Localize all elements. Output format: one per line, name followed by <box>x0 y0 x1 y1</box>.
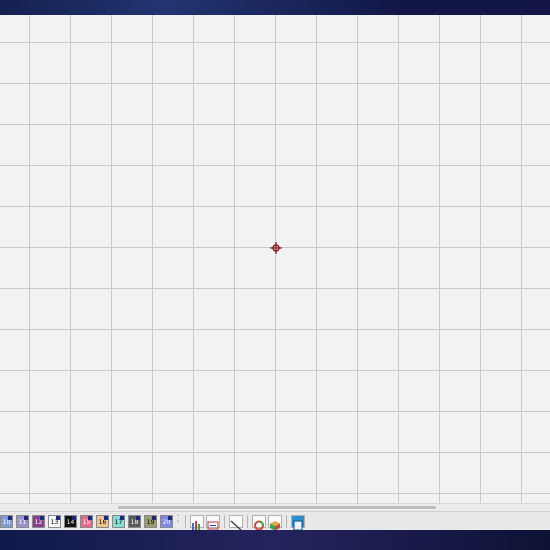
swatch-number: 18 <box>130 518 139 526</box>
swatch-number: 15 <box>82 518 91 526</box>
origin-marker-icon <box>270 242 282 254</box>
swatch-corner-marker <box>24 515 28 520</box>
swatch-number: 20 <box>162 518 171 526</box>
swatch-number: 14 <box>66 518 75 526</box>
toolbar-divider <box>247 514 248 528</box>
swatch-number: 16 <box>98 518 107 526</box>
cube-tool-icon[interactable] <box>268 514 282 530</box>
toolbar-divider <box>185 514 186 528</box>
swatch-number: 13 <box>50 518 59 526</box>
swatch-number: 19 <box>146 518 155 526</box>
swatch-corner-marker <box>56 515 60 520</box>
color-swatch-11[interactable]: 11 <box>16 514 29 528</box>
swatch-corner-marker <box>120 515 124 520</box>
text-tool-icon[interactable] <box>206 514 220 529</box>
toolbar-divider <box>286 514 287 528</box>
color-swatch-13[interactable]: 13 <box>48 514 61 528</box>
spinner-down-icon[interactable]: ˅ <box>177 521 180 527</box>
swatch-corner-marker <box>104 515 108 520</box>
horizontal-scrollbar[interactable] <box>0 503 550 511</box>
color-swatch-15[interactable]: 15 <box>80 514 93 528</box>
swatch-corner-marker <box>152 515 156 520</box>
line-tool-icon[interactable] <box>229 514 243 530</box>
color-swatch-18[interactable]: 18 <box>128 514 141 528</box>
drawing-window: 10 11 12 13 14 15 16 17 18 19 20 ˄ ˅ <box>0 15 550 530</box>
color-swatch-12[interactable]: 12 <box>32 514 45 528</box>
drawing-canvas[interactable] <box>0 15 550 503</box>
swatch-corner-marker <box>168 515 172 520</box>
swatch-number: 12 <box>34 518 43 526</box>
swatch-corner-marker <box>72 515 76 520</box>
swatch-corner-marker <box>8 515 12 520</box>
color-swatch-10[interactable]: 10 <box>0 514 13 528</box>
toolbar-divider <box>224 514 225 528</box>
bottom-toolbar: 10 11 12 13 14 15 16 17 18 19 20 ˄ ˅ <box>0 511 550 530</box>
palette-spinner[interactable]: ˄ ˅ <box>175 515 181 528</box>
frame-tool-icon[interactable] <box>291 514 305 530</box>
color-palette: 10 11 12 13 14 15 16 17 18 19 20 <box>0 514 173 528</box>
color-swatch-17[interactable]: 17 <box>112 514 125 528</box>
color-swatch-20[interactable]: 20 <box>160 514 173 528</box>
swatch-corner-marker <box>136 515 140 520</box>
color-swatch-14[interactable]: 14 <box>64 514 77 528</box>
color-swatch-19[interactable]: 19 <box>144 514 157 528</box>
desktop-strip <box>0 530 550 550</box>
swatch-number: 11 <box>18 518 27 526</box>
scrollbar-thumb[interactable] <box>118 506 436 509</box>
swatch-number: 17 <box>114 518 123 526</box>
swatch-corner-marker <box>88 515 92 520</box>
swatch-number: 10 <box>2 518 11 526</box>
bars-tool-icon[interactable] <box>190 514 204 530</box>
color-swatch-16[interactable]: 16 <box>96 514 109 528</box>
ring-tool-icon[interactable] <box>252 514 266 530</box>
swatch-corner-marker <box>40 515 44 520</box>
